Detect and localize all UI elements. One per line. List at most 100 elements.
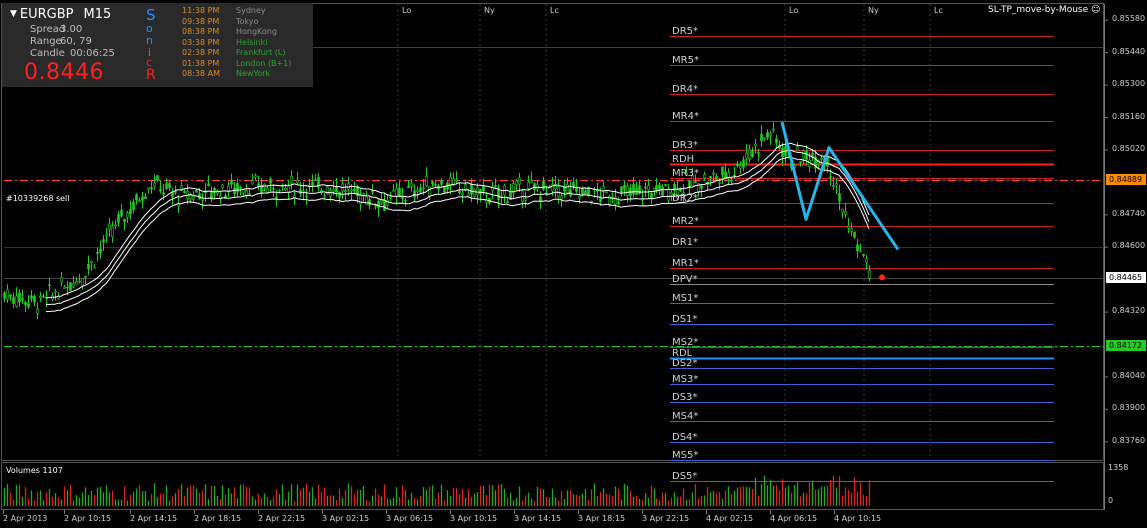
candle-body xyxy=(769,133,772,137)
candle-body xyxy=(455,179,458,181)
candle-body xyxy=(578,195,581,199)
indicator-title: SL-TP_move-by-Mouse ☺ xyxy=(988,5,1100,15)
candle-body xyxy=(69,282,72,291)
candle-body xyxy=(664,184,667,186)
time-axis-label: 4 Apr 10:15 xyxy=(834,514,882,523)
candle-body xyxy=(24,302,27,306)
dropdown-triangle-icon[interactable]: ▼ xyxy=(10,9,17,19)
candle-body xyxy=(865,258,868,263)
candle-body xyxy=(165,183,168,190)
candle-body xyxy=(413,190,416,198)
candle-body xyxy=(60,277,63,283)
candle-body xyxy=(679,188,682,191)
candle-body xyxy=(667,188,670,201)
price-scale-label: 0.83760 xyxy=(1112,435,1146,445)
candle-body xyxy=(398,187,401,198)
pivot-label: MR5* xyxy=(672,54,699,66)
smiley-icon: ☺ xyxy=(1091,5,1101,15)
candle-body xyxy=(835,183,838,186)
candle-body xyxy=(362,193,365,196)
time-axis-label: 2 Apr 22:15 xyxy=(258,514,306,523)
candle-body xyxy=(518,177,521,185)
candle-body xyxy=(344,190,347,192)
volumes-title: Volumes 1107 xyxy=(6,466,63,475)
price-scale-label: 0.85160 xyxy=(1112,111,1146,121)
candle-body xyxy=(757,152,760,154)
candle-body xyxy=(81,277,84,286)
candle-body xyxy=(724,171,727,179)
price-scale-label: 0.83900 xyxy=(1112,403,1146,413)
current-price-marker xyxy=(879,274,885,281)
candle-body xyxy=(694,181,697,183)
pivot-label: DS2* xyxy=(672,357,698,369)
candle-body xyxy=(278,190,281,192)
candle-body xyxy=(560,195,563,200)
candle-body xyxy=(718,182,721,184)
candle-body xyxy=(290,176,293,184)
pivot-label: DS3* xyxy=(672,391,698,403)
chart-area[interactable]: ▼ EURGBP M15 Spread 3.00 Range 60, 79 Candle… xyxy=(0,0,1147,528)
candle-body xyxy=(727,172,730,178)
candle-body xyxy=(314,179,317,181)
time-axis-label: 2 Apr 2013 xyxy=(3,514,48,523)
candle-body xyxy=(458,190,461,193)
pivot-label: DR4* xyxy=(672,83,699,95)
candle-body xyxy=(494,185,497,187)
candle-body xyxy=(730,179,733,182)
candle-body xyxy=(221,184,224,189)
candle-body xyxy=(410,182,413,187)
candle-body xyxy=(434,184,437,186)
price-scale-label: 0.84040 xyxy=(1112,370,1146,380)
candle-body xyxy=(120,209,123,217)
candle-body xyxy=(350,189,353,192)
price-scale-label: 0.85440 xyxy=(1112,46,1146,56)
symbol-title[interactable]: ▼ EURGBP M15 xyxy=(10,7,111,22)
candle-body xyxy=(742,159,745,168)
candle-row: Candle 00:06:25 xyxy=(30,48,115,59)
time-axis-label: 4 Apr 06:15 xyxy=(770,514,818,523)
sonic-letter-r: R xyxy=(146,67,156,83)
candle-body xyxy=(105,234,108,236)
candle-body xyxy=(497,188,500,201)
candle-body xyxy=(93,266,96,269)
candle-body xyxy=(703,174,706,179)
session-name: Frankfurt (L) xyxy=(236,48,286,57)
candle-body xyxy=(389,196,392,199)
spread-row: Spread 3.00 xyxy=(30,24,82,35)
pivot-label: DS4* xyxy=(672,431,698,443)
candle-body xyxy=(709,175,712,179)
candle-body xyxy=(721,166,724,176)
candle-body xyxy=(868,270,871,279)
session-marker-label: Lo xyxy=(789,6,799,15)
session-time: 08:38 PM xyxy=(182,27,220,36)
candle-body xyxy=(153,182,156,187)
session-time: 11:38 PM xyxy=(182,6,220,15)
indicator-title-text: SL-TP_move-by-Mouse xyxy=(988,5,1089,15)
candle-body xyxy=(449,176,452,186)
pivot-label: MR3* xyxy=(672,167,699,179)
candle-body xyxy=(72,283,75,288)
time-axis-label: 3 Apr 06:15 xyxy=(386,514,434,523)
candle-body xyxy=(443,186,446,193)
pivot-label: MS1* xyxy=(672,292,699,304)
candle-body xyxy=(329,190,332,197)
session-name: NewYork xyxy=(236,69,271,78)
candle-body xyxy=(626,186,629,196)
candle-body xyxy=(159,189,162,192)
candle-body xyxy=(820,157,823,160)
candle-body xyxy=(464,184,467,190)
candle-body xyxy=(6,289,9,300)
candle-body xyxy=(647,185,650,191)
time-axis-label: 3 Apr 18:15 xyxy=(578,514,626,523)
candle-body xyxy=(542,180,545,190)
candle-body xyxy=(230,180,233,185)
candle-body xyxy=(772,128,775,131)
candle-body xyxy=(30,295,33,299)
candle-body xyxy=(419,187,422,193)
spread-value: 3.00 xyxy=(60,24,83,35)
candle-body xyxy=(386,199,389,206)
candle-body xyxy=(751,150,754,157)
session-time: 01:38 PM xyxy=(182,58,220,68)
candle-body xyxy=(832,185,835,187)
trade-order-label[interactable]: #10339268 sell xyxy=(6,194,70,203)
